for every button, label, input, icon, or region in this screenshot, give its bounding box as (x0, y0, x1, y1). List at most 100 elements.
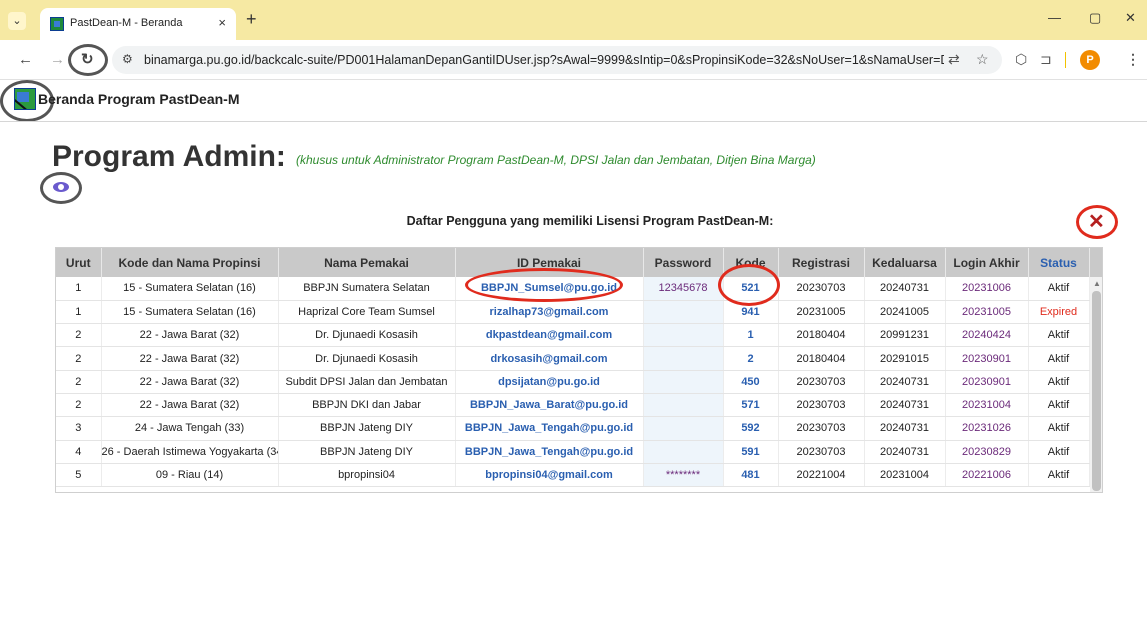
cell-registrasi: 20230703 (778, 370, 865, 394)
column-header-password[interactable]: Password (643, 248, 724, 277)
cell-password: 12345678 (643, 277, 724, 301)
cell-status: Aktif (1028, 277, 1090, 301)
app-logo-icon[interactable] (14, 88, 36, 110)
browser-tab-strip: ⌄ PastDean-M - Beranda × + — ▢ ✕ (0, 0, 1147, 40)
scrollbar-corner (1090, 248, 1102, 277)
tab-close-icon[interactable]: × (218, 15, 226, 30)
toolbar-separator (1065, 52, 1066, 68)
table-row[interactable]: 2 22 - Jawa Barat (32) Dr. Djunaedi Kosasi… (56, 323, 1090, 348)
forward-icon[interactable]: → (50, 50, 65, 70)
minimize-icon[interactable]: — (1048, 10, 1061, 25)
eye-icon[interactable] (53, 182, 69, 192)
table-row[interactable]: 5 09 - Riau (14) bpropinsi04 bpropinsi04@gm… (56, 463, 1090, 488)
cell-registrasi: 20230703 (778, 393, 865, 418)
cell-registrasi: 20231005 (778, 300, 865, 325)
restore-icon[interactable]: ▢ (1089, 10, 1101, 26)
cell-propinsi: 22 - Jawa Barat (32) (101, 323, 279, 348)
cell-id-pemakai[interactable]: bpropinsi04@gmail.com (455, 463, 644, 488)
cell-kedaluarsa: 20291015 (864, 346, 946, 371)
cell-id-pemakai[interactable]: dkpastdean@gmail.com (455, 323, 644, 348)
cell-nama: BBPJN DKI dan Jabar (278, 393, 456, 418)
scrollbar-thumb[interactable] (1092, 291, 1101, 491)
table-row[interactable]: 2 22 - Jawa Barat (32) BBPJN DKI dan Jabar… (56, 393, 1090, 418)
cell-status: Expired (1028, 300, 1090, 325)
cell-kode[interactable]: 591 (723, 440, 779, 464)
cell-id-pemakai[interactable]: BBPJN_Jawa_Tengah@pu.go.id (455, 440, 644, 464)
cell-login-akhir: 20231006 (945, 277, 1029, 301)
column-header-urut[interactable]: Urut (56, 248, 102, 277)
cell-id-pemakai[interactable]: drkosasih@gmail.com (455, 346, 644, 371)
table-row[interactable]: 2 22 - Jawa Barat (32) Dr. Djunaedi Kosasi… (56, 346, 1090, 371)
cell-kedaluarsa: 20240731 (864, 393, 946, 418)
cell-kode[interactable]: 1 (723, 323, 779, 348)
cell-kedaluarsa: 20240731 (864, 440, 946, 464)
cell-kode[interactable]: 592 (723, 416, 779, 441)
tab-title: PastDean-M - Beranda (70, 17, 183, 29)
profile-avatar[interactable]: P (1080, 50, 1100, 70)
cell-urut: 5 (56, 463, 102, 488)
cell-nama: BBPJN Jateng DIY (278, 440, 456, 464)
tab-search-chevron-down-icon[interactable]: ⌄ (8, 12, 26, 30)
table-row[interactable]: 2 22 - Jawa Barat (32) Subdit DPSI Jalan d… (56, 370, 1090, 394)
cell-kedaluarsa: 20240731 (864, 370, 946, 394)
column-header-kedaluarsa[interactable]: Kedaluarsa (864, 248, 946, 277)
browser-tab[interactable]: PastDean-M - Beranda × (40, 8, 236, 40)
cell-kedaluarsa: 20231004 (864, 463, 946, 488)
cell-id-pemakai[interactable]: BBPJN_Jawa_Tengah@pu.go.id (455, 416, 644, 441)
cell-kode[interactable]: 2 (723, 346, 779, 371)
new-tab-icon[interactable]: + (246, 10, 257, 28)
back-icon[interactable]: ← (18, 50, 33, 70)
cell-propinsi: 22 - Jawa Barat (32) (101, 370, 279, 394)
cell-urut: 2 (56, 346, 102, 371)
cell-password: ******** (643, 463, 724, 488)
site-info-icon[interactable]: ⚙ (122, 52, 133, 66)
translate-icon[interactable]: ⇄ (948, 51, 960, 68)
cell-registrasi: 20221004 (778, 463, 865, 488)
cell-kedaluarsa: 20991231 (864, 323, 946, 348)
cell-status: Aktif (1028, 370, 1090, 394)
star-icon[interactable]: ☆ (976, 51, 989, 68)
close-icon[interactable]: ✕ (1088, 209, 1105, 234)
column-header-status[interactable]: Status (1028, 248, 1090, 277)
cell-id-pemakai[interactable]: BBPJN_Jawa_Barat@pu.go.id (455, 393, 644, 418)
table-body: 1 15 - Sumatera Selatan (16) BBPJN Sumater… (56, 277, 1090, 488)
cell-registrasi: 20230703 (778, 416, 865, 441)
puzzle-icon[interactable]: ⊐ (1040, 51, 1052, 68)
cell-id-pemakai[interactable]: rizalhap73@gmail.com (455, 300, 644, 325)
cell-login-akhir: 20230901 (945, 370, 1029, 394)
window-close-icon[interactable]: ✕ (1125, 10, 1136, 26)
column-header-login[interactable]: Login Akhir (945, 248, 1029, 277)
extension-icon[interactable]: ⬡ (1015, 51, 1027, 68)
cell-kedaluarsa: 20241005 (864, 300, 946, 325)
cell-urut: 2 (56, 370, 102, 394)
header-divider (0, 121, 1147, 122)
cell-registrasi: 20230703 (778, 440, 865, 464)
menu-icon[interactable]: ⋮ (1126, 51, 1140, 68)
cell-kode[interactable]: 571 (723, 393, 779, 418)
table-row[interactable]: 3 24 - Jawa Tengah (33) BBPJN Jateng DIY BB… (56, 416, 1090, 441)
cell-urut: 1 (56, 300, 102, 325)
cell-password (643, 440, 724, 464)
cell-login-akhir: 20221006 (945, 463, 1029, 488)
column-header-registrasi[interactable]: Registrasi (778, 248, 865, 277)
address-bar[interactable]: ⚙ binamarga.pu.go.id/backcalc-suite/PD00… (112, 46, 1002, 74)
table-row[interactable]: 4 26 - Daerah Istimewa Yogyakarta (34) BBP… (56, 440, 1090, 464)
reload-icon[interactable]: ↻ (81, 50, 94, 70)
table-row[interactable]: 1 15 - Sumatera Selatan (16) Haprizal Core… (56, 300, 1090, 325)
column-header-propinsi[interactable]: Kode dan Nama Propinsi (101, 248, 279, 277)
cell-login-akhir: 20231026 (945, 416, 1029, 441)
cell-urut: 2 (56, 323, 102, 348)
cell-status: Aktif (1028, 440, 1090, 464)
cell-login-akhir: 20240424 (945, 323, 1029, 348)
scroll-up-icon[interactable]: ▲ (1093, 279, 1101, 288)
table-scrollbar[interactable]: ▲ (1090, 277, 1102, 492)
cell-registrasi: 20180404 (778, 323, 865, 348)
cell-password (643, 393, 724, 418)
cell-id-pemakai[interactable]: dpsijatan@pu.go.id (455, 370, 644, 394)
column-header-nama[interactable]: Nama Pemakai (278, 248, 456, 277)
cell-urut: 2 (56, 393, 102, 418)
cell-nama: BBPJN Jateng DIY (278, 416, 456, 441)
cell-kode[interactable]: 450 (723, 370, 779, 394)
url-text[interactable]: binamarga.pu.go.id/backcalc-suite/PD001H… (144, 53, 944, 67)
cell-kode[interactable]: 481 (723, 463, 779, 488)
